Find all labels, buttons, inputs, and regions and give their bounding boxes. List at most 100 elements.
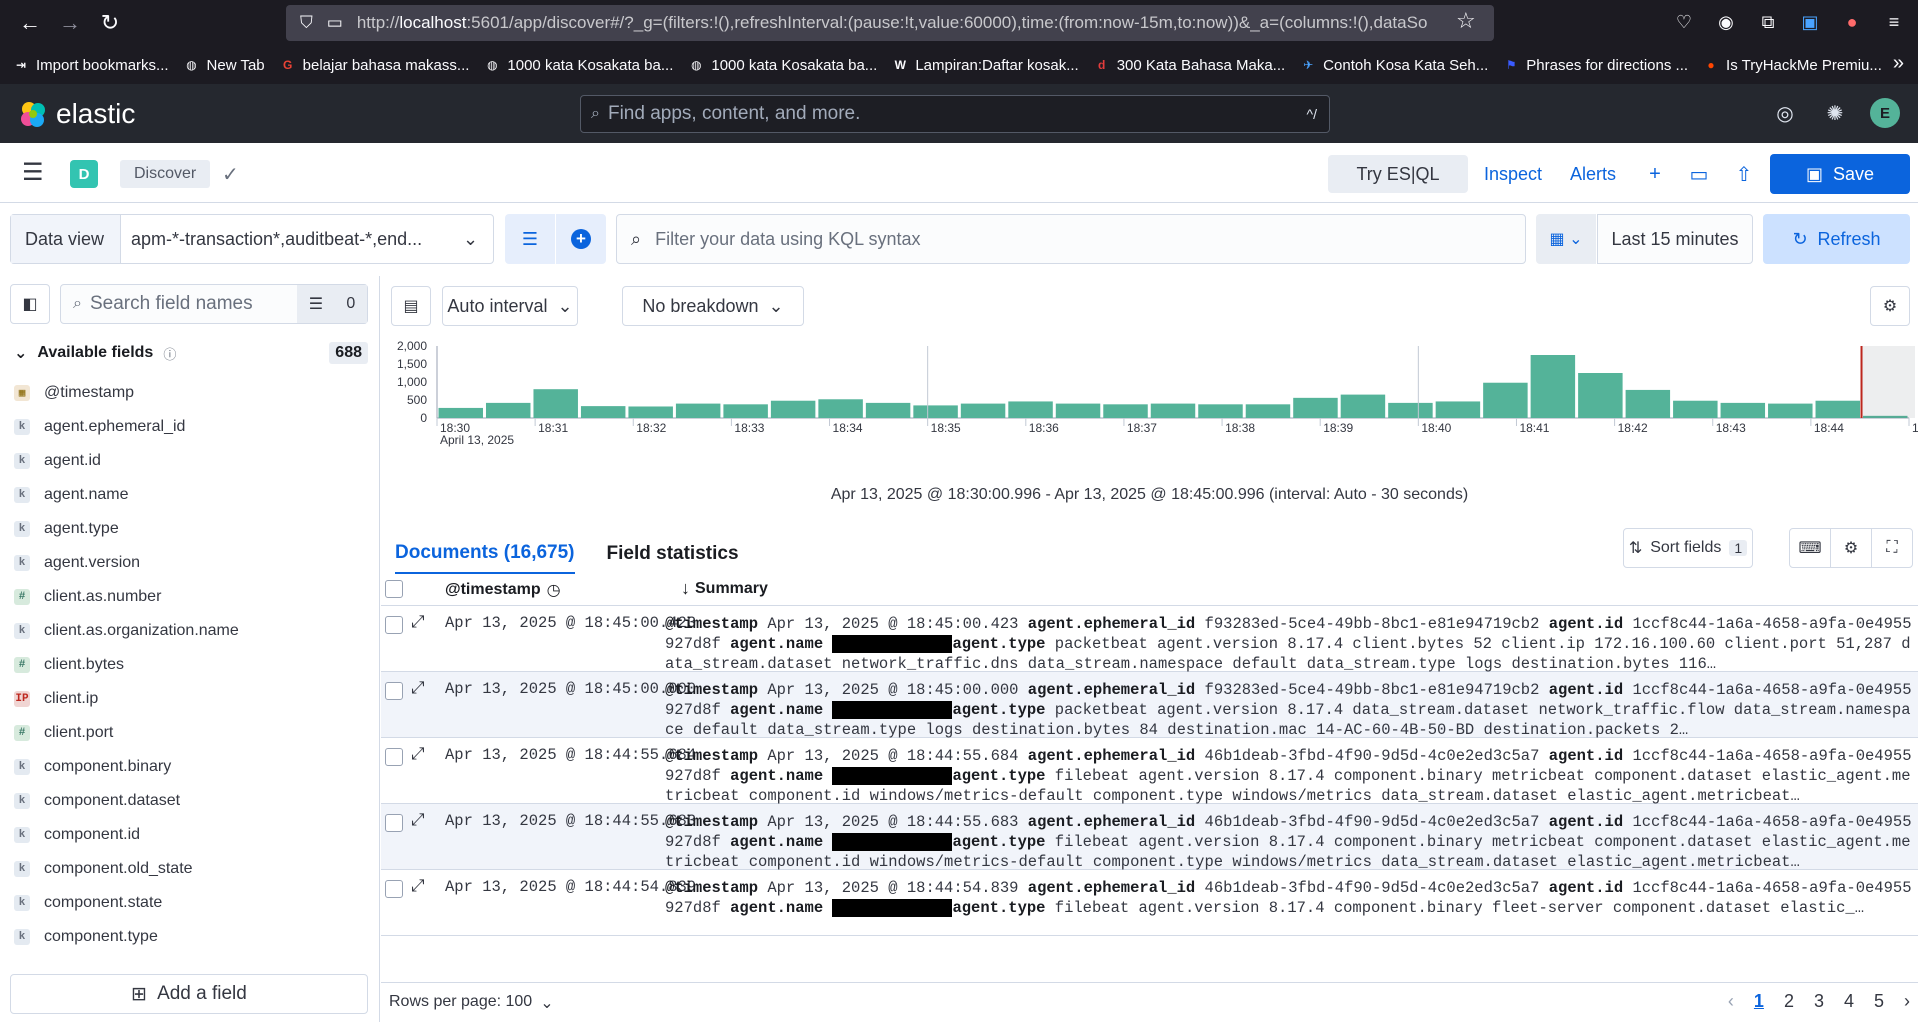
field-item[interactable]: k component.old_state (14, 852, 368, 886)
newsfeed-icon[interactable]: ✺ (1820, 98, 1850, 128)
account-icon[interactable]: ◉ (1712, 8, 1740, 36)
bookmark-item[interactable]: ⇥ Import bookmarks... (12, 56, 169, 74)
page-link[interactable]: 3 (1814, 991, 1824, 1012)
field-item[interactable]: k component.state (14, 886, 368, 920)
table-row[interactable]: ⤢ Apr 13, 2025 @ 18:44:54.839 @timestamp… (381, 870, 1918, 936)
open-folder-icon[interactable]: ▭ (1685, 160, 1713, 188)
field-item[interactable]: k agent.ephemeral_id (14, 410, 368, 444)
rows-per-page-select[interactable]: Rows per page: 100 ⌄ (389, 993, 554, 1013)
bookmark-item[interactable]: Gbelajar bahasa makass... (279, 56, 469, 74)
page-link[interactable]: 1 (1754, 991, 1764, 1012)
extension-red-icon[interactable]: ● (1838, 8, 1866, 36)
inspect-link[interactable]: Inspect (1484, 155, 1542, 193)
save-button[interactable]: ▣ Save (1770, 154, 1910, 194)
field-item[interactable]: k agent.id (14, 444, 368, 478)
share-icon[interactable]: ⇧ (1730, 160, 1758, 188)
collapse-sidebar-icon[interactable]: ◧ (10, 284, 50, 324)
chart-options-icon[interactable]: ⚙ (1870, 286, 1910, 326)
kql-search-input[interactable]: ⌕ Filter your data using KQL syntax (616, 214, 1526, 264)
field-item[interactable]: k agent.version (14, 546, 368, 580)
breakdown-select[interactable]: No breakdown ⌄ (622, 286, 804, 326)
row-checkbox[interactable] (385, 682, 403, 700)
bookmark-item[interactable]: ● Is TryHackMe Premiu... (1702, 56, 1881, 74)
table-row[interactable]: ⤢ Apr 13, 2025 @ 18:45:00.423 @timestamp… (381, 606, 1918, 673)
field-item[interactable]: # client.port (14, 716, 368, 750)
keyboard-shortcuts-icon[interactable]: ⌨ (1790, 529, 1831, 567)
row-checkbox[interactable] (385, 880, 403, 898)
data-view-picker[interactable]: Data view apm-*-transaction*,auditbeat-*… (10, 214, 494, 264)
previous-page-icon[interactable]: ‹ (1728, 991, 1734, 1012)
elastic-logo[interactable]: elastic (18, 98, 135, 130)
field-item[interactable]: k component.dataset (14, 784, 368, 818)
help-icon[interactable]: ◎ (1770, 98, 1800, 128)
expand-row-icon[interactable]: ⤢ (411, 678, 425, 698)
bookmarks-overflow-icon[interactable]: » (1893, 52, 1904, 75)
date-quick-menu-button[interactable]: ▦ ⌄ (1536, 214, 1596, 264)
page-link[interactable]: 5 (1874, 991, 1884, 1012)
expand-row-icon[interactable]: ⤢ (411, 612, 425, 632)
time-range-display[interactable]: Last 15 minutes (1597, 214, 1753, 264)
try-esql-button[interactable]: Try ES|QL (1328, 155, 1468, 193)
tab-documents[interactable]: Documents (16,675) (395, 534, 575, 574)
forward-icon[interactable]: → (50, 3, 90, 43)
global-search-input[interactable]: ⌕ Find apps, content, and more. ^/ (580, 95, 1330, 133)
alerts-link[interactable]: Alerts (1570, 155, 1616, 193)
bookmark-item[interactable]: ◍ New Tab (183, 56, 264, 74)
summary-column-header[interactable]: Summary (695, 580, 768, 598)
field-item[interactable]: k client.as.organization.name (14, 614, 368, 648)
table-row[interactable]: ⤢ Apr 13, 2025 @ 18:44:55.684 @timestamp… (381, 738, 1918, 805)
field-item[interactable]: ▦ @timestamp (14, 376, 368, 410)
expand-row-icon[interactable]: ⤢ (411, 744, 425, 764)
bookmark-item[interactable]: ◍ 1000 kata Kosakata ba... (687, 56, 877, 74)
shield-icon[interactable]: ⛉ (300, 13, 313, 33)
table-row[interactable]: ⤢ Apr 13, 2025 @ 18:44:55.683 @timestamp… (381, 804, 1918, 871)
bookmark-item[interactable]: d 300 Kata Bahasa Maka... (1093, 56, 1285, 74)
space-avatar[interactable]: D (70, 160, 98, 188)
field-item[interactable]: k component.binary (14, 750, 368, 784)
expand-row-icon[interactable]: ⤢ (411, 810, 425, 830)
back-icon[interactable]: ← (10, 3, 50, 43)
page-link[interactable]: 2 (1784, 991, 1794, 1012)
bookmark-item[interactable]: ✈ Contoh Kosa Kata Seh... (1299, 56, 1488, 74)
page-link[interactable]: 4 (1844, 991, 1854, 1012)
field-item[interactable]: k component.id (14, 818, 368, 852)
sort-fields-button[interactable]: ⇅ Sort fields 1 (1623, 528, 1753, 568)
field-item[interactable]: k component.type (14, 920, 368, 954)
bookmark-star-icon[interactable]: ☆ (1456, 8, 1476, 34)
user-avatar[interactable]: E (1870, 98, 1900, 128)
menu-icon[interactable]: ≡ (1880, 8, 1908, 36)
add-field-button[interactable]: ⊞ Add a field (10, 974, 368, 1014)
refresh-button[interactable]: ↻ Refresh (1763, 214, 1910, 264)
row-checkbox[interactable] (385, 616, 403, 634)
hamburger-menu-icon[interactable]: ☰ (22, 161, 46, 185)
new-search-icon[interactable]: + (1641, 160, 1669, 188)
field-item[interactable]: # client.bytes (14, 648, 368, 682)
filter-menu-button[interactable]: ☰ (505, 214, 555, 264)
display-settings-icon[interactable]: ⚙ (1831, 529, 1872, 567)
bookmark-item[interactable]: ◍ 1000 kata Kosakata ba... (483, 56, 673, 74)
interval-select[interactable]: Auto interval ⌄ (442, 286, 578, 326)
field-item[interactable]: IP client.ip (14, 682, 368, 716)
field-item[interactable]: # client.as.number (14, 580, 368, 614)
extensions-icon[interactable]: ⧉ (1754, 8, 1782, 36)
field-item[interactable]: k agent.name (14, 478, 368, 512)
bookmark-item[interactable]: W Lampiran:Daftar kosak... (891, 56, 1079, 74)
select-all-checkbox[interactable] (385, 580, 403, 598)
reload-icon[interactable]: ↻ (90, 3, 130, 43)
sort-descending-icon[interactable]: ↓ (681, 578, 690, 599)
field-filter-button[interactable]: ☰ 0 (297, 285, 367, 323)
expand-row-icon[interactable]: ⤢ (411, 876, 425, 896)
breadcrumb-discover[interactable]: Discover (120, 160, 211, 188)
field-item[interactable]: k agent.type (14, 512, 368, 546)
tab-field-statistics[interactable]: Field statistics (607, 534, 739, 574)
available-fields-toggle[interactable]: ⌄ Available fields ⓘ 688 (14, 340, 368, 366)
pocket-icon[interactable]: ♡ (1670, 8, 1698, 36)
add-filter-button[interactable]: + (556, 214, 606, 264)
field-search-input[interactable]: ⌕ Search field names ☰ 0 (60, 284, 368, 324)
row-checkbox[interactable] (385, 748, 403, 766)
histogram-toggle-icon[interactable]: ▤ (391, 286, 431, 326)
next-page-icon[interactable]: › (1904, 991, 1910, 1012)
fullscreen-icon[interactable]: ⛶ (1872, 529, 1912, 567)
row-checkbox[interactable] (385, 814, 403, 832)
extension-blue-icon[interactable]: ▣ (1796, 8, 1824, 36)
